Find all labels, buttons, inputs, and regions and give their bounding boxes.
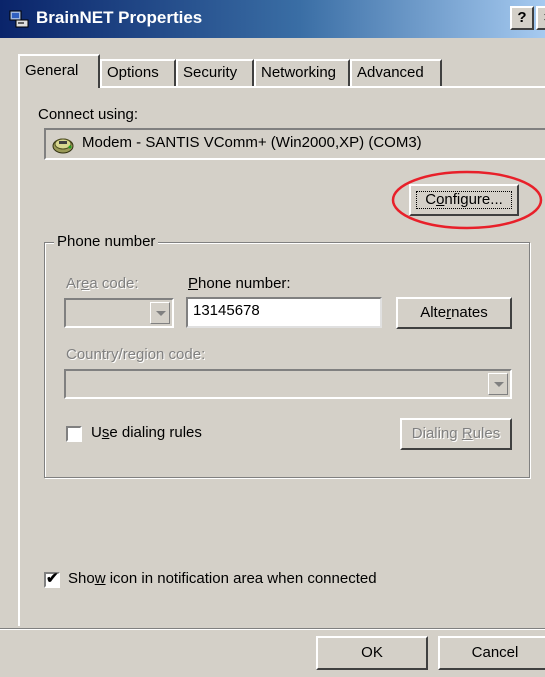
alternates-text: Alte [420,304,447,321]
country-dropdown-button[interactable] [488,373,508,395]
checkmark-icon: ✔ [46,570,59,587]
network-connection-icon [9,10,29,28]
alternates-text-rest: nates [451,304,488,321]
use-dialing-rules-label[interactable]: Use dialing rules [91,424,202,441]
tab-security[interactable]: Security [176,59,254,86]
area-code-label: Area code: [66,275,139,292]
properties-dialog: BrainNET Properties ? × General Options … [0,0,545,677]
tab-options[interactable]: Options [100,59,176,86]
dialing-rules-text: Dialing [411,425,462,442]
red-highlight-ellipse [391,170,543,230]
show-icon-label[interactable]: Show icon in notification area when conn… [68,570,377,587]
close-button[interactable]: × [536,6,545,30]
help-button[interactable]: ? [510,6,534,30]
chevron-down-icon [156,311,166,316]
use-dialing-rules-checkbox[interactable] [66,426,82,442]
ok-button[interactable]: OK [316,636,428,670]
title-bar[interactable]: BrainNET Properties ? × [0,0,545,38]
window-title: BrainNET Properties [36,8,203,27]
device-name: Modem - SANTIS VComm+ (Win2000,XP) (COM3… [82,134,422,151]
phone-number-group-title: Phone number [54,233,159,250]
modem-icon [52,138,74,154]
dialing-rules-accelerator: R [461,425,473,442]
phone-number-input[interactable]: 13145678 [186,297,382,328]
dialing-rules-button[interactable]: Dialing Rules [400,418,512,450]
connect-using-label: Connect using: [38,106,139,123]
area-code-combo[interactable] [64,298,174,328]
tab-advanced[interactable]: Advanced [350,59,442,86]
cancel-button[interactable]: Cancel [438,636,545,670]
phone-number-label: Phone number: [188,275,291,292]
chevron-down-icon [494,382,504,387]
area-code-dropdown-button[interactable] [150,302,170,324]
tab-networking[interactable]: Networking [254,59,350,86]
dialing-rules-text-rest: ules [472,425,501,442]
panel-bottom-edge [0,628,545,630]
alternates-button[interactable]: Alternates [396,297,512,329]
show-icon-checkbox[interactable]: ✔ [44,570,60,588]
tab-general[interactable]: General [18,54,100,88]
country-region-label: Country/region code: [66,346,206,363]
country-region-combo[interactable] [64,369,512,399]
device-list[interactable]: Modem - SANTIS VComm+ (Win2000,XP) (COM3… [44,128,545,160]
